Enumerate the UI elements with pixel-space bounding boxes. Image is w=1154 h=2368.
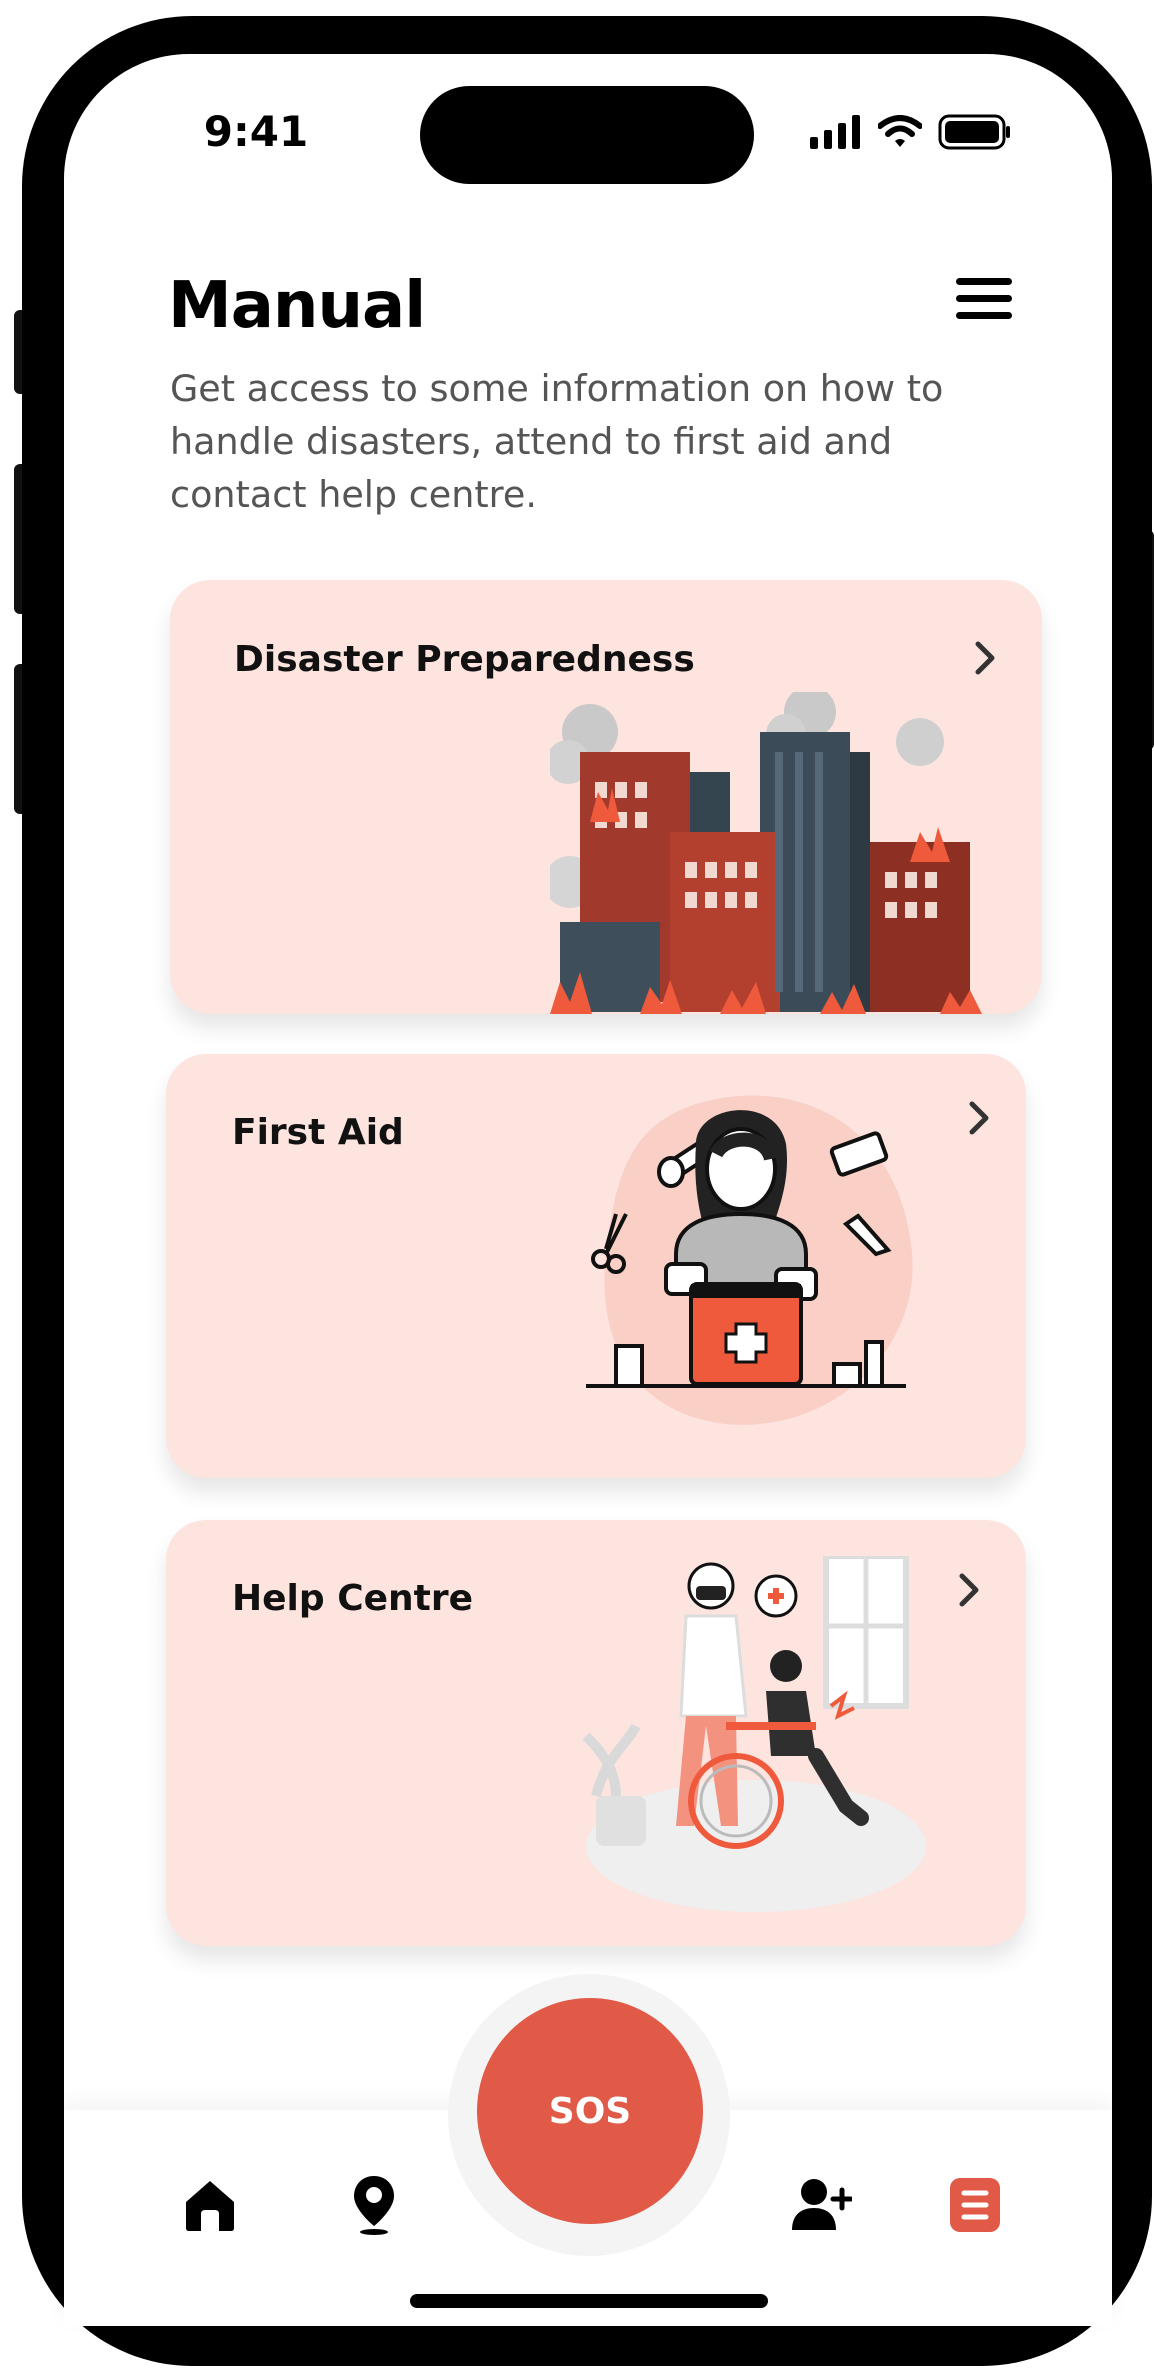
menu-icon-line [956, 312, 1012, 319]
manual-icon[interactable] [950, 2178, 1000, 2232]
first-aid-kit-illustration [586, 1095, 913, 1425]
chevron-right-icon [959, 1573, 979, 1607]
status-icons [810, 112, 1012, 152]
home-icon[interactable] [182, 2178, 238, 2232]
page-subtitle: Get access to some information on how to… [170, 367, 944, 516]
card-first-aid[interactable]: First Aid [166, 1054, 1026, 1478]
battery-icon [938, 114, 1010, 150]
card-label: First Aid [232, 1112, 404, 1153]
menu-icon-line [956, 295, 1012, 302]
chevron-right-icon [969, 1101, 989, 1135]
add-contact-icon[interactable] [792, 2176, 852, 2232]
home-indicator [410, 2294, 768, 2308]
dynamic-island [420, 86, 754, 184]
status-time: 9:41 [203, 107, 309, 156]
card-disaster-preparedness[interactable]: Disaster Preparedness [170, 580, 1042, 1014]
menu-button[interactable] [952, 274, 1016, 324]
card-label: Help Centre [232, 1578, 474, 1619]
card-help-centre[interactable]: Help Centre [166, 1520, 1026, 1946]
signal-icon [810, 115, 860, 149]
card-label: Disaster Preparedness [234, 639, 695, 680]
page-title: Manual [168, 269, 426, 343]
location-pin-icon[interactable] [352, 2174, 396, 2236]
menu-icon [956, 278, 1012, 285]
wheelchair-doctor-illustration [582, 1556, 926, 1912]
chevron-right-icon [975, 641, 995, 675]
sos-button[interactable]: SOS [477, 1998, 703, 2224]
burning-buildings-illustration [550, 692, 982, 1014]
wifi-icon [878, 115, 922, 147]
